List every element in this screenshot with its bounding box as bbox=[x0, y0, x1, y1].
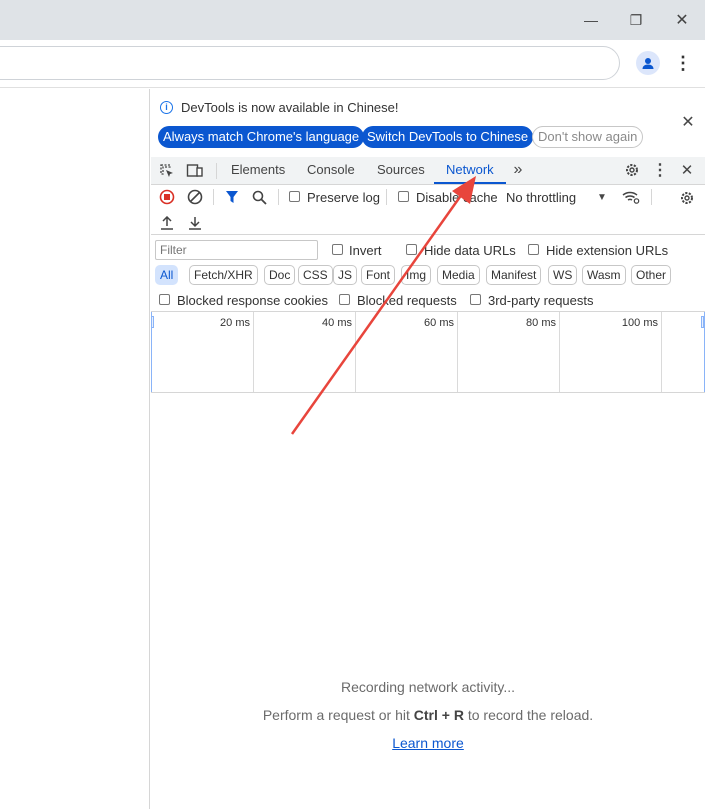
third-party-requests-checkbox[interactable] bbox=[470, 294, 481, 305]
tab-console[interactable]: Console bbox=[307, 157, 355, 184]
inspect-element-icon[interactable] bbox=[158, 162, 176, 180]
type-filter-css[interactable]: CSS bbox=[298, 265, 333, 285]
close-devtools-icon[interactable]: ✕ bbox=[678, 161, 696, 179]
export-har-icon[interactable] bbox=[187, 215, 203, 231]
tick-label: 60 ms bbox=[424, 317, 454, 329]
reload-hint-post: to record the reload. bbox=[467, 707, 594, 723]
preserve-log-label: Preserve log bbox=[307, 190, 380, 205]
network-toolbar: Preserve log Disable cache No throttling… bbox=[151, 185, 705, 209]
hide-data-urls-checkbox[interactable] bbox=[406, 244, 417, 255]
devtools-menu-icon[interactable]: ⋮ bbox=[652, 160, 668, 180]
search-icon[interactable] bbox=[251, 189, 267, 205]
restore-icon[interactable]: ❐ bbox=[621, 8, 651, 32]
type-filter-doc[interactable]: Doc bbox=[264, 265, 296, 285]
invert-checkbox[interactable] bbox=[332, 244, 343, 255]
tab-network[interactable]: Network bbox=[434, 157, 506, 184]
clear-icon[interactable] bbox=[187, 189, 203, 205]
language-infobar: i DevTools is now available in Chinese! … bbox=[151, 89, 705, 155]
switch-to-chinese-button[interactable]: Switch DevTools to Chinese bbox=[362, 126, 534, 148]
info-icon: i bbox=[160, 101, 173, 114]
tab-elements[interactable]: Elements bbox=[231, 157, 285, 184]
profile-avatar-icon[interactable] bbox=[636, 51, 660, 75]
learn-more-link[interactable]: Learn more bbox=[392, 735, 464, 751]
type-filter-manifest[interactable]: Manifest bbox=[486, 265, 542, 285]
devtools-tab-bar: Elements Console Sources Network » ⋮ ✕ bbox=[151, 157, 705, 185]
network-conditions-icon[interactable] bbox=[621, 188, 641, 206]
type-filter-js[interactable]: JS bbox=[333, 265, 358, 285]
more-tabs-icon[interactable]: » bbox=[509, 160, 527, 180]
disable-cache-checkbox[interactable] bbox=[398, 191, 409, 202]
recording-message: Recording network activity... bbox=[340, 679, 516, 695]
type-filter-media[interactable]: Media bbox=[437, 265, 480, 285]
reload-hint-pre: Perform a request or hit bbox=[262, 707, 410, 723]
filter-icon[interactable] bbox=[224, 189, 240, 205]
disable-cache-label: Disable cache bbox=[416, 190, 498, 205]
browser-title-bar: — ❐ ✕ bbox=[0, 0, 705, 40]
browser-menu-icon[interactable]: ⋮ bbox=[674, 52, 692, 76]
minimize-icon[interactable]: — bbox=[576, 8, 606, 32]
type-filter-ws[interactable]: WS bbox=[548, 265, 578, 285]
tick-label: 80 ms bbox=[526, 317, 556, 329]
address-bar[interactable] bbox=[0, 46, 620, 80]
device-toolbar-icon[interactable] bbox=[186, 162, 204, 180]
record-stop-icon[interactable] bbox=[159, 189, 175, 205]
import-export-toolbar bbox=[151, 211, 705, 235]
tab-sources[interactable]: Sources bbox=[377, 157, 425, 184]
toolbar: ⋮ bbox=[0, 40, 705, 88]
blocked-response-cookies-label: Blocked response cookies bbox=[177, 293, 329, 308]
reload-hint-keys: Ctrl + R bbox=[413, 707, 464, 723]
preserve-log-checkbox[interactable] bbox=[289, 191, 300, 202]
match-chrome-language-button[interactable]: Always match Chrome's language bbox=[158, 126, 365, 148]
chevron-down-icon[interactable]: ▼ bbox=[596, 189, 608, 205]
type-filter-wasm[interactable]: Wasm bbox=[582, 265, 626, 285]
type-filter-bar: All Fetch/XHR Doc CSS JS Font Img Media … bbox=[151, 265, 705, 287]
reload-hint: Perform a request or hit Ctrl + R to rec… bbox=[151, 707, 705, 723]
hide-extension-urls-label: Hide extension URLs bbox=[546, 243, 669, 258]
third-party-requests-label: 3rd-party requests bbox=[488, 293, 594, 308]
network-overview-timeline[interactable]: 20 ms 40 ms 60 ms 80 ms 100 ms bbox=[151, 311, 705, 393]
filter-input[interactable] bbox=[155, 240, 318, 260]
blocked-requests-checkbox[interactable] bbox=[339, 294, 350, 305]
import-har-icon[interactable] bbox=[159, 215, 175, 231]
page-viewport bbox=[0, 89, 150, 809]
infobar-message: DevTools is now available in Chinese! bbox=[181, 100, 399, 115]
throttling-select[interactable]: No throttling bbox=[506, 190, 576, 205]
type-filter-font[interactable]: Font bbox=[361, 265, 396, 285]
filter-row: Invert Hide data URLs Hide extension URL… bbox=[151, 239, 705, 261]
type-filter-all[interactable]: All bbox=[155, 265, 179, 285]
hide-data-urls-label: Hide data URLs bbox=[424, 243, 516, 258]
invert-label: Invert bbox=[349, 243, 382, 258]
dont-show-again-button[interactable]: Don't show again bbox=[532, 126, 644, 148]
network-settings-icon[interactable] bbox=[678, 189, 696, 207]
tick-label: 20 ms bbox=[220, 317, 250, 329]
tick-label: 100 ms bbox=[621, 317, 658, 329]
devtools-panel: i DevTools is now available in Chinese! … bbox=[151, 89, 705, 809]
type-filter-fetch-xhr[interactable]: Fetch/XHR bbox=[189, 265, 258, 285]
blocked-filter-row: Blocked response cookies Blocked request… bbox=[151, 289, 705, 311]
type-filter-other[interactable]: Other bbox=[631, 265, 672, 285]
close-infobar-icon[interactable]: ✕ bbox=[679, 113, 697, 131]
settings-icon[interactable] bbox=[623, 161, 641, 179]
type-filter-img[interactable]: Img bbox=[401, 265, 432, 285]
hide-extension-urls-checkbox[interactable] bbox=[528, 244, 539, 255]
tick-label: 40 ms bbox=[322, 317, 352, 329]
close-window-icon[interactable]: ✕ bbox=[667, 8, 697, 32]
empty-state: Recording network activity... Perform a … bbox=[151, 679, 705, 751]
blocked-response-cookies-checkbox[interactable] bbox=[159, 294, 170, 305]
blocked-requests-label: Blocked requests bbox=[357, 293, 457, 308]
